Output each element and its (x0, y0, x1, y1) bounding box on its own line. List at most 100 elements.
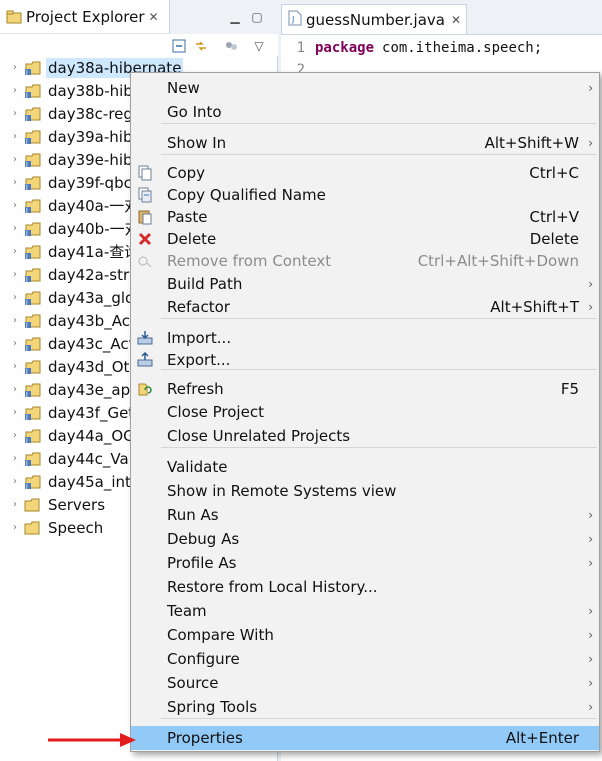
menu-item-configure[interactable]: Configure › (131, 647, 599, 671)
collapse-all-icon[interactable] (172, 39, 186, 53)
menu-item-run-as[interactable]: Run As › (131, 503, 599, 527)
menu-item-compare-with[interactable]: Compare With › (131, 623, 599, 647)
menu-item-label: Delete (167, 230, 217, 248)
expand-icon[interactable]: › (6, 453, 24, 464)
focus-icon[interactable] (224, 39, 238, 53)
tree-item-label: day43a_glo (48, 288, 135, 307)
expand-icon[interactable]: › (6, 338, 24, 349)
menu-item-label: Validate (167, 458, 228, 476)
menu-item-close-unrelated-projects[interactable]: Close Unrelated Projects (131, 424, 599, 448)
submenu-arrow-icon: › (588, 508, 593, 522)
close-icon[interactable]: ✕ (451, 13, 461, 27)
submenu-arrow-icon: › (588, 532, 593, 546)
svg-text:J: J (25, 161, 28, 168)
menu-item-copy-qualified-name[interactable]: Copy Qualified Name (131, 183, 599, 207)
menu-item-profile-as[interactable]: Profile As › (131, 551, 599, 575)
maximize-icon[interactable]: ▢ (250, 10, 264, 24)
menu-item-close-project[interactable]: Close Project (131, 400, 599, 424)
minimize-icon[interactable]: ▁ (228, 10, 242, 24)
expand-icon[interactable]: › (6, 154, 24, 165)
expand-icon[interactable]: › (6, 246, 24, 257)
expand-icon[interactable]: › (6, 131, 24, 142)
menu-item-copy[interactable]: Copy Ctrl+C (131, 161, 599, 185)
svg-text:J: J (25, 437, 28, 444)
svg-text:J: J (25, 115, 28, 122)
view-menu-icon[interactable]: ▽ (252, 39, 266, 53)
menu-item-delete[interactable]: Delete Delete (131, 227, 599, 251)
expand-icon[interactable]: › (6, 108, 24, 119)
editor-tab-label: guessNumber.java (306, 10, 445, 29)
expand-icon[interactable]: › (6, 361, 24, 372)
export-icon (137, 351, 153, 368)
copy-icon (137, 165, 153, 181)
java-project-icon: J (24, 405, 42, 421)
menu-item-source[interactable]: Source › (131, 671, 599, 695)
menu-item-new[interactable]: New › (131, 76, 599, 100)
editor-tab[interactable]: J guessNumber.java ✕ (281, 4, 467, 34)
link-with-editor-icon[interactable] (194, 39, 208, 53)
folder-icon (24, 520, 42, 536)
expand-icon[interactable]: › (6, 522, 24, 533)
tree-item-label: Servers (48, 495, 106, 514)
java-project-icon: J (24, 359, 42, 375)
menu-item-spring-tools[interactable]: Spring Tools › (131, 695, 599, 719)
tree-item-label: day38b-hib (48, 81, 133, 100)
menu-item-build-path[interactable]: Build Path › (131, 272, 599, 296)
menu-item-paste[interactable]: Paste Ctrl+V (131, 205, 599, 229)
menu-item-label: Build Path (167, 275, 243, 293)
svg-text:J: J (25, 299, 28, 306)
menu-item-import[interactable]: Import... (131, 326, 599, 350)
tree-item-label: day39f-qbc (48, 173, 132, 192)
project-explorer-tab[interactable]: Project Explorer ✕ (0, 0, 170, 34)
java-project-icon: J (24, 106, 42, 122)
project-explorer-icon (6, 10, 22, 24)
tree-item-label: day43f_Get (48, 403, 135, 422)
menu-item-label: Refactor (167, 298, 230, 316)
java-project-icon: J (24, 451, 42, 467)
expand-icon[interactable]: › (6, 430, 24, 441)
menu-item-debug-as[interactable]: Debug As › (131, 527, 599, 551)
menu-item-refresh[interactable]: Refresh F5 (131, 377, 599, 401)
menu-item-show-in[interactable]: Show In Alt+Shift+W › (131, 131, 599, 155)
menu-item-shortcut: Ctrl+C (529, 164, 579, 182)
expand-icon[interactable]: › (6, 200, 24, 211)
menu-item-label: Show In (167, 134, 227, 152)
menu-item-properties[interactable]: Properties Alt+Enter (131, 726, 599, 750)
expand-icon[interactable]: › (6, 292, 24, 303)
menu-item-restore-from-local-history[interactable]: Restore from Local History... (131, 575, 599, 599)
copy-qualified-name-icon (137, 187, 153, 203)
line-number: 1 (296, 40, 305, 56)
menu-item-validate[interactable]: Validate (131, 455, 599, 479)
menu-item-label: Spring Tools (167, 698, 258, 716)
tree-item-label: day38c-reg (48, 104, 133, 123)
close-icon[interactable]: ✕ (149, 10, 159, 24)
expand-icon[interactable]: › (6, 269, 24, 280)
menu-item-export[interactable]: Export... (131, 348, 599, 372)
java-project-icon: J (24, 244, 42, 260)
tree-item-label: day39a-hib (48, 127, 133, 146)
menu-item-refactor[interactable]: Refactor Alt+Shift+T › (131, 295, 599, 319)
menu-item-team[interactable]: Team › (131, 599, 599, 623)
expand-icon[interactable]: › (6, 177, 24, 188)
menu-item-show-in-remote-systems-view[interactable]: Show in Remote Systems view (131, 479, 599, 503)
expand-icon[interactable]: › (6, 407, 24, 418)
menu-item-label: Close Unrelated Projects (167, 427, 351, 445)
expand-icon[interactable]: › (6, 499, 24, 510)
menu-item-shortcut: Ctrl+Alt+Shift+Down (417, 252, 579, 270)
tree-item-label: day42a-stru (48, 265, 139, 284)
java-project-icon: J (24, 60, 42, 76)
expand-icon[interactable]: › (6, 62, 24, 73)
menu-item-label: Close Project (167, 403, 264, 421)
menu-item-go-into[interactable]: Go Into (131, 100, 599, 124)
tree-item-label: day43d_Otl (48, 357, 134, 376)
expand-icon[interactable]: › (6, 223, 24, 234)
tree-item-label: day44c_Val (48, 449, 133, 468)
expand-icon[interactable]: › (6, 85, 24, 96)
expand-icon[interactable]: › (6, 315, 24, 326)
expand-icon[interactable]: › (6, 476, 24, 487)
java-project-icon: J (24, 336, 42, 352)
svg-text:J: J (25, 391, 28, 398)
menu-item-remove-from-context: Remove from Context Ctrl+Alt+Shift+Down (131, 249, 599, 273)
expand-icon[interactable]: › (6, 384, 24, 395)
submenu-arrow-icon: › (588, 652, 593, 666)
